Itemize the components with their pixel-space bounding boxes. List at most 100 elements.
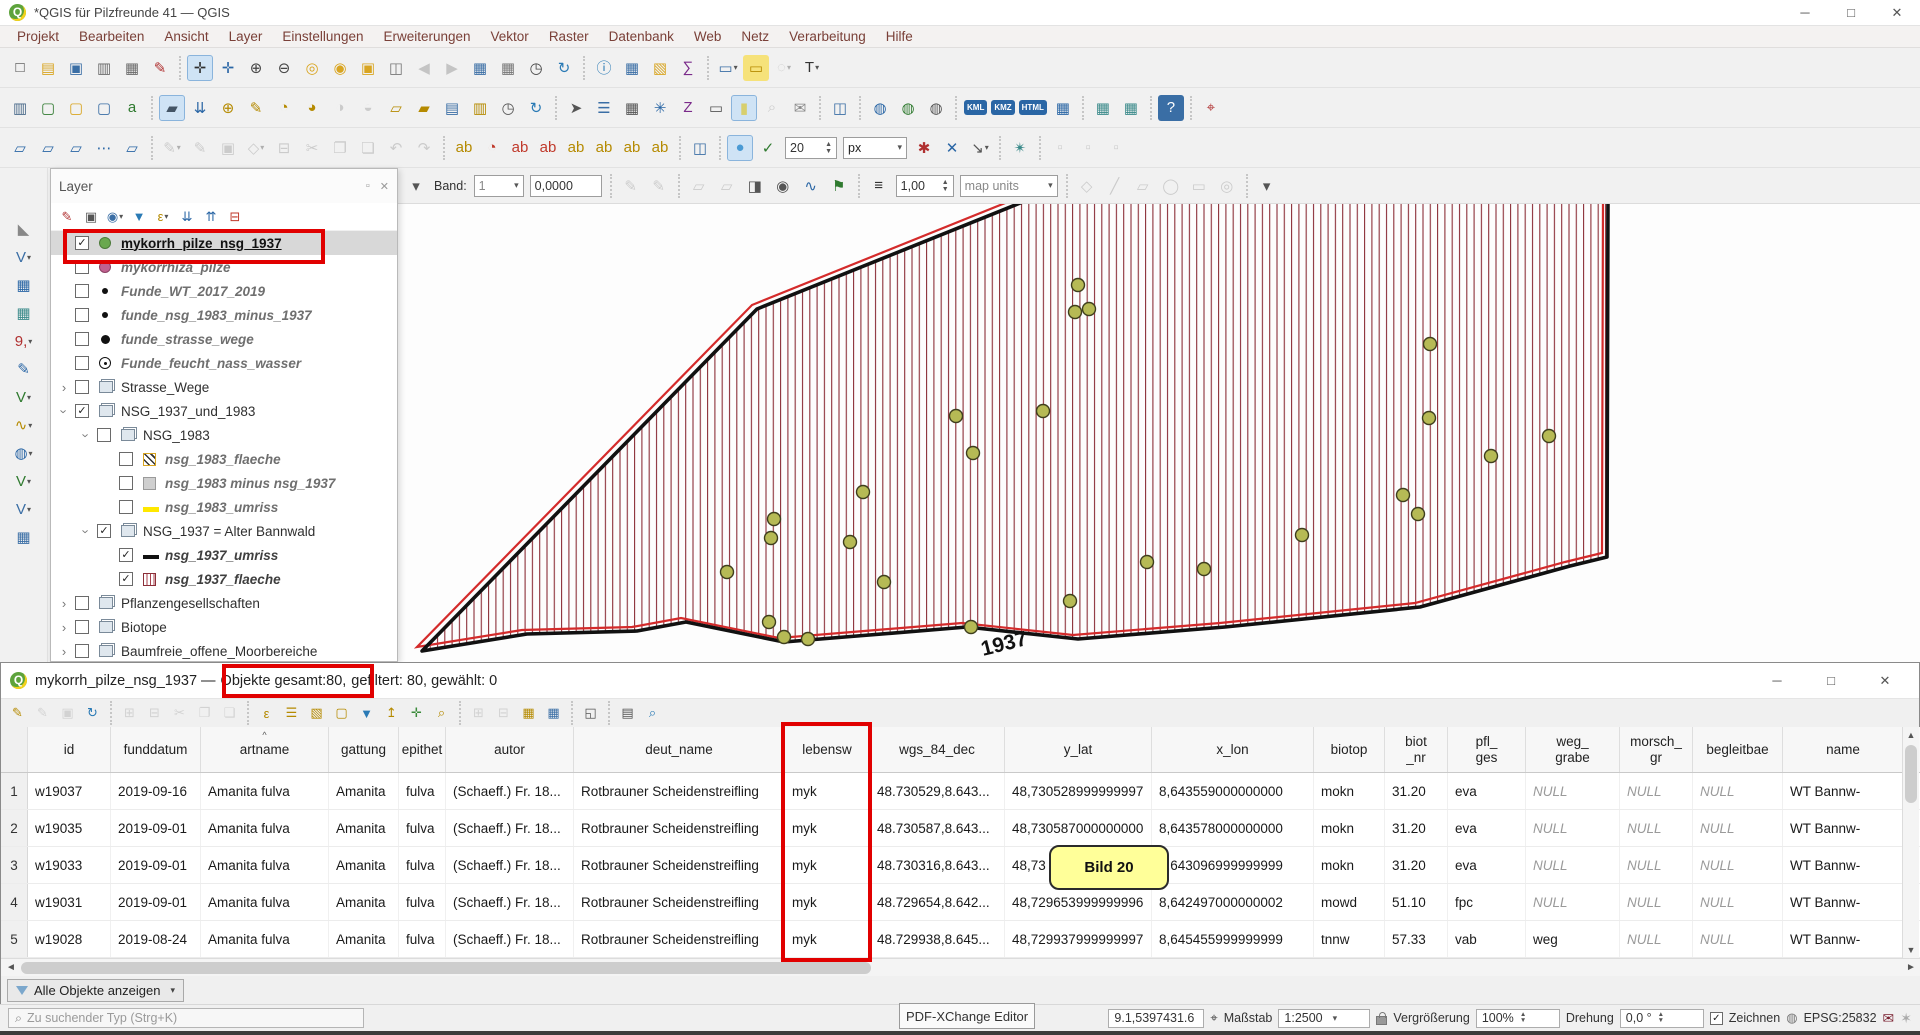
- menu-netz[interactable]: Netz: [732, 27, 778, 46]
- map-feature-dot[interactable]: [1198, 563, 1211, 576]
- layer-item-baumfreie-offene-moorbereiche[interactable]: ›Baumfreie_offene_Moorbereiche: [51, 639, 397, 663]
- grid-tool-icon[interactable]: ▦: [1090, 95, 1116, 121]
- table-cell[interactable]: NULL: [1693, 810, 1783, 846]
- chevron-down-icon[interactable]: ›: [79, 524, 94, 538]
- layer-item-funde-strasse-wege[interactable]: funde_strasse_wege: [51, 327, 397, 351]
- line-width-spin[interactable]: 1,00▲▼: [896, 175, 954, 197]
- map-feature-dot[interactable]: [778, 631, 791, 644]
- table-cell[interactable]: Rotbrauner Scheidenstreifling: [574, 921, 785, 957]
- table-cell[interactable]: 2019-09-16: [111, 773, 201, 809]
- menu-projekt[interactable]: Projekt: [8, 27, 68, 46]
- line-width-icon[interactable]: ≡: [866, 173, 892, 199]
- column-header-name[interactable]: name: [1783, 727, 1904, 772]
- invert-selection-icon[interactable]: ▧: [305, 702, 328, 725]
- table-cell[interactable]: w19037: [28, 773, 111, 809]
- new-mesh-layer-icon[interactable]: ▱: [119, 135, 145, 161]
- map-feature-dot[interactable]: [1037, 405, 1050, 418]
- multiedit-icon[interactable]: ✎: [31, 702, 54, 725]
- layout-manager-icon[interactable]: ▦: [119, 55, 145, 81]
- measure-icon[interactable]: ▭▾: [715, 55, 741, 81]
- panel-dock-icon[interactable]: ▫: [366, 180, 370, 192]
- new-project-icon[interactable]: □: [7, 55, 33, 81]
- new-temp-scratch-layer-icon[interactable]: ▱: [7, 135, 33, 161]
- table-cell[interactable]: fulva: [399, 810, 446, 846]
- select-by-value-icon[interactable]: ➤: [563, 95, 589, 121]
- table-cell[interactable]: 8,643559000000000: [1152, 773, 1314, 809]
- deselect-all-icon[interactable]: ▢: [330, 702, 353, 725]
- georef-move-icon[interactable]: ▱: [686, 173, 712, 199]
- layer-checkbox[interactable]: [75, 356, 89, 370]
- menu-raster[interactable]: Raster: [540, 27, 598, 46]
- chevron-down-icon[interactable]: ›: [79, 428, 94, 442]
- layer-label[interactable]: NSG_1937_und_1983: [121, 404, 255, 419]
- vertical-scrollbar[interactable]: ▲ ▼: [1902, 727, 1919, 958]
- map-feature-dot[interactable]: [1412, 508, 1425, 521]
- table-cell[interactable]: Amanita: [329, 921, 399, 957]
- menu-erweiterungen[interactable]: Erweiterungen: [374, 27, 479, 46]
- grid-tool-2-icon[interactable]: ▦: [1118, 95, 1144, 121]
- layer-item-nsg-1937-flaeche[interactable]: ✓nsg_1937_flaeche: [51, 567, 397, 591]
- menu-einstellungen[interactable]: Einstellungen: [273, 27, 372, 46]
- layer-item-mykorrh-pilze-nsg-1937[interactable]: ✓mykorrh_pilze_nsg_1937: [51, 231, 397, 255]
- zoom-disabled-icon[interactable]: ⌕: [759, 95, 785, 121]
- raster-tools-icon[interactable]: ▦: [11, 272, 37, 298]
- layer-checkbox[interactable]: ✓: [119, 548, 133, 562]
- rotate-label-icon[interactable]: ab: [619, 135, 645, 161]
- open-attribute-table-icon[interactable]: ▦: [619, 55, 645, 81]
- layer-item-funde-wt-2017-2019[interactable]: Funde_WT_2017_2019: [51, 279, 397, 303]
- layer-checkbox[interactable]: ✓: [97, 524, 111, 538]
- cut-icon[interactable]: ✂: [168, 702, 191, 725]
- measure-line-icon[interactable]: ▭: [703, 95, 729, 121]
- statistics-panel-icon[interactable]: ▦: [619, 95, 645, 121]
- remove-layer-icon[interactable]: ⊟: [224, 206, 246, 228]
- paint-effects-icon[interactable]: ▾: [1254, 173, 1280, 199]
- vector-green-tool-icon[interactable]: V▾: [11, 468, 37, 494]
- table-cell[interactable]: fulva: [399, 921, 446, 957]
- table-cell[interactable]: (Schaeff.) Fr. 18...: [446, 773, 574, 809]
- copy-icon[interactable]: ❐: [193, 702, 216, 725]
- map-feature-dot[interactable]: [1296, 529, 1309, 542]
- color-swatch-icon[interactable]: ▮: [731, 95, 757, 121]
- show-hide-labels-icon[interactable]: ab: [591, 135, 617, 161]
- layer-item-nsg-1937-alter-bannwald[interactable]: ›✓NSG_1937 = Alter Bannwald: [51, 519, 397, 543]
- layer-label[interactable]: Strasse_Wege: [121, 380, 209, 395]
- check-geometry-icon[interactable]: ✓: [755, 135, 781, 161]
- row-number[interactable]: 1: [1, 773, 28, 809]
- layer-label[interactable]: funde_strasse_wege: [121, 332, 254, 347]
- table-cell[interactable]: NULL: [1620, 773, 1693, 809]
- arrow-tool-icon[interactable]: ↘▾: [967, 135, 993, 161]
- band-toolbar-caret-icon[interactable]: ▾: [403, 173, 429, 199]
- new-spatialite-layer-icon[interactable]: ▢: [91, 95, 117, 121]
- new-map-view-icon[interactable]: ▦: [467, 55, 493, 81]
- layer-checkbox[interactable]: [75, 596, 89, 610]
- layer-label[interactable]: nsg_1983 minus nsg_1937: [165, 476, 335, 491]
- layer-label[interactable]: nsg_1983_flaeche: [165, 452, 281, 467]
- table-cell[interactable]: NULL: [1693, 773, 1783, 809]
- identify-features-icon[interactable]: ⓘ: [591, 55, 617, 81]
- map-feature-dot[interactable]: [1072, 279, 1085, 292]
- table-cell[interactable]: NULL: [1526, 884, 1620, 920]
- zoom-to-selection-icon[interactable]: ◉: [327, 55, 353, 81]
- expand-all-icon[interactable]: ⇊: [176, 206, 198, 228]
- layer-item-funde-feucht-nass-wasser[interactable]: Funde_feucht_nass_wasser: [51, 351, 397, 375]
- new-point-layer-icon[interactable]: ⋯: [91, 135, 117, 161]
- move-label-icon[interactable]: ab: [563, 135, 589, 161]
- table-cell[interactable]: w19031: [28, 884, 111, 920]
- delete-ring-icon[interactable]: ◒: [355, 95, 381, 121]
- chevron-down-icon[interactable]: ›: [57, 404, 72, 418]
- coordinate-box[interactable]: 9.1,5397431.6: [1108, 1009, 1204, 1028]
- vscroll-thumb[interactable]: [1905, 745, 1917, 803]
- layer-checkbox[interactable]: [97, 428, 111, 442]
- raster-clip-icon[interactable]: ▫: [1103, 135, 1129, 161]
- chevron-right-icon[interactable]: ›: [57, 644, 71, 659]
- zoom-last-icon[interactable]: ◀: [411, 55, 437, 81]
- table-cell[interactable]: fulva: [399, 884, 446, 920]
- add-part-icon[interactable]: ◕: [299, 95, 325, 121]
- zoom-to-layer-icon[interactable]: ▣: [355, 55, 381, 81]
- band-value-box[interactable]: 0,0000: [530, 175, 602, 197]
- geometry-rect-icon[interactable]: ▭: [1186, 173, 1212, 199]
- menu-layer[interactable]: Layer: [220, 27, 272, 46]
- map-feature-dot[interactable]: [721, 566, 734, 579]
- open-list-icon[interactable]: ☰: [591, 95, 617, 121]
- layer-item-nsg-1983[interactable]: ›NSG_1983: [51, 423, 397, 447]
